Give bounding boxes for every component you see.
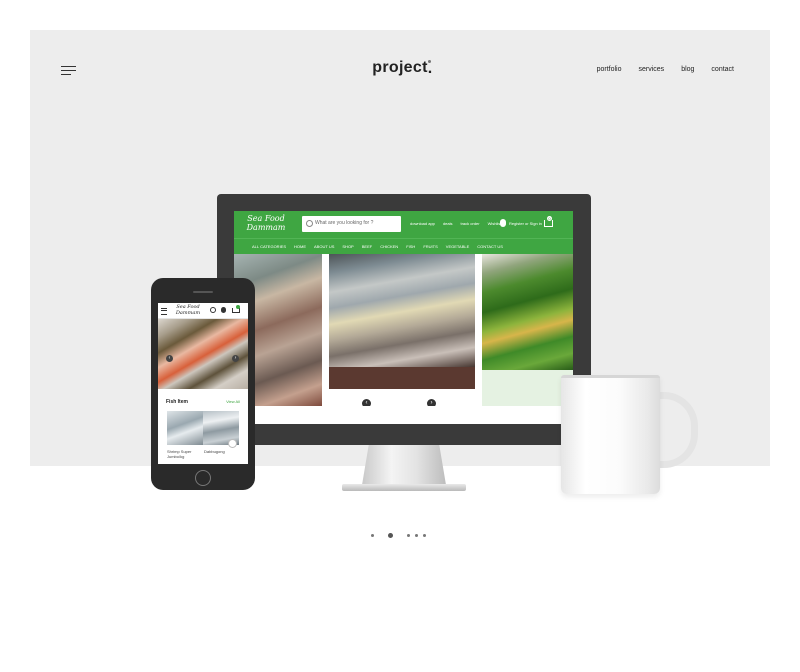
slider-dot[interactable] — [415, 534, 418, 537]
screen-footer-strip — [234, 406, 573, 424]
cart-icon[interactable] — [544, 220, 553, 227]
category-nav: ALL CATEGORIES HOME ABOUT US SHOP BEEF C… — [234, 238, 573, 254]
link-deals[interactable]: deals — [443, 221, 453, 226]
cat-contact-us[interactable]: CONTACT US — [477, 244, 503, 249]
user-icon[interactable] — [500, 219, 506, 227]
add-to-cart-icon[interactable] — [228, 439, 237, 448]
desktop-site-header: Sea Food Dammam What are you looking for… — [234, 211, 573, 238]
slider-dot-active[interactable] — [388, 533, 393, 538]
cat-vegetable[interactable]: VEGETABLE — [446, 244, 470, 249]
phone-screen: Sea Food Dammam ‹ › Fish Item View All S… — [158, 303, 248, 464]
nav-contact[interactable]: contact — [711, 66, 734, 73]
mobile-prev-icon[interactable]: ‹ — [166, 355, 173, 362]
nav-services[interactable]: services — [639, 66, 665, 73]
mobile-user-icon[interactable] — [221, 307, 226, 313]
slider-dot[interactable] — [423, 534, 426, 537]
view-all-link[interactable]: View All — [226, 399, 240, 404]
mobile-menu-icon[interactable] — [161, 308, 167, 315]
phone-mockup: Sea Food Dammam ‹ › Fish Item View All S… — [151, 278, 255, 490]
phone-speaker — [193, 291, 213, 293]
desktop-screen: Sea Food Dammam What are you looking for… — [234, 211, 573, 424]
product-name[interactable]: Shrimp Super Jumbo/kg — [167, 449, 203, 459]
product-name[interactable]: Dabbugong — [204, 449, 240, 454]
slider-dot[interactable] — [371, 534, 374, 537]
mobile-brand-logo[interactable]: Sea Food Dammam — [172, 304, 204, 316]
brand-line-1: Sea Food — [247, 214, 285, 223]
cat-all-categories[interactable]: ALL CATEGORIES — [252, 244, 286, 249]
cat-fish[interactable]: FISH — [406, 244, 415, 249]
promo-panel — [482, 370, 573, 406]
nav-portfolio[interactable]: portfolio — [597, 66, 622, 73]
phone-home-button — [195, 470, 211, 486]
brand-line-2: Dammam — [246, 223, 286, 232]
monitor-base — [342, 484, 466, 491]
top-nav: portfolio services blog contact — [597, 66, 734, 73]
nav-blog[interactable]: blog — [681, 66, 694, 73]
cat-chicken[interactable]: CHICKEN — [380, 244, 398, 249]
desktop-monitor: Sea Food Dammam What are you looking for… — [217, 194, 591, 445]
slider-dot[interactable] — [407, 534, 410, 537]
mobile-brand-line-2: Dammam — [175, 310, 201, 316]
slider-pagination — [371, 533, 431, 539]
mobile-next-icon[interactable]: › — [232, 355, 239, 362]
register-signin-link[interactable]: Register or Sign in — [509, 221, 542, 226]
mobile-header: Sea Food Dammam — [158, 303, 248, 319]
mobile-cart-badge — [236, 305, 240, 309]
link-track-order[interactable]: track order — [460, 221, 479, 226]
mug-rim — [561, 375, 660, 378]
fish-slider-photo — [329, 254, 475, 389]
cart-count-badge: 0 — [547, 216, 552, 221]
monitor-stand — [362, 445, 446, 485]
coffee-mug — [561, 375, 660, 494]
cat-about-us[interactable]: ABOUT US — [314, 244, 334, 249]
fish-item-title: Fish Item — [166, 399, 188, 405]
cat-shop[interactable]: SHOP — [342, 244, 353, 249]
cat-fruits[interactable]: FRUITS — [423, 244, 437, 249]
desktop-brand-logo[interactable]: Sea Food Dammam — [242, 214, 290, 232]
vegetables-photo — [482, 254, 573, 370]
mobile-search-icon[interactable] — [210, 307, 216, 313]
cat-home[interactable]: HOME — [294, 244, 306, 249]
desktop-header-links: download app deals track order Wishlist — [410, 221, 501, 226]
cat-beef[interactable]: BEEF — [362, 244, 372, 249]
desktop-search-input[interactable]: What are you looking for ? — [302, 216, 401, 232]
product-card-image[interactable] — [167, 411, 203, 445]
search-icon — [306, 220, 313, 227]
mobile-banner-photo — [158, 319, 248, 389]
search-placeholder: What are you looking for ? — [315, 220, 374, 226]
link-download-app[interactable]: download app — [410, 221, 435, 226]
